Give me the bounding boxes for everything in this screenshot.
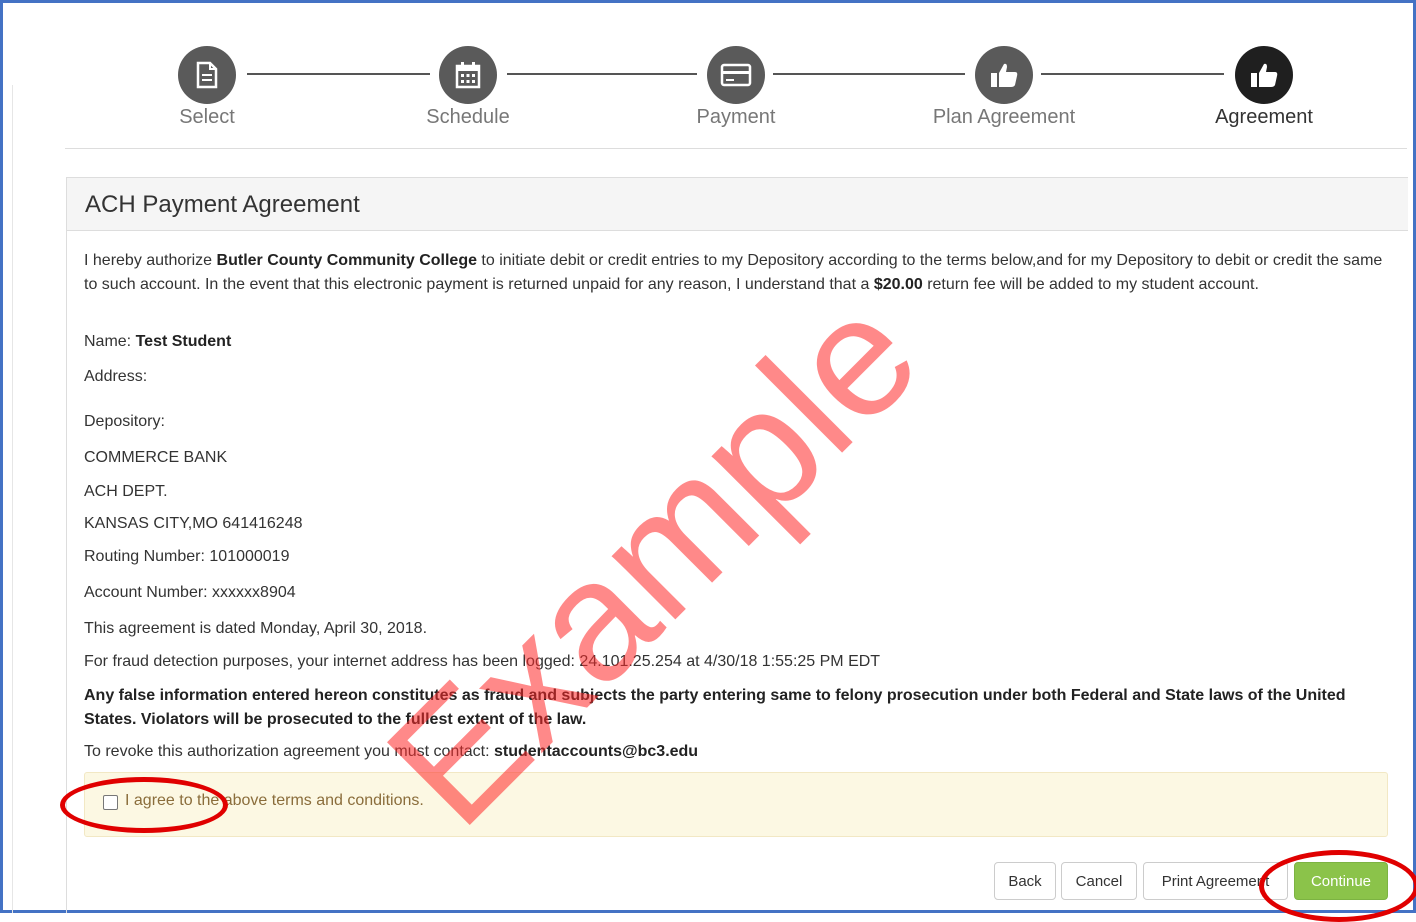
name-line: Name: Test Student — [84, 330, 231, 354]
step-plan-agreement[interactable]: Plan Agreement — [924, 46, 1084, 129]
calendar-icon — [439, 46, 497, 104]
step-label: Plan Agreement — [932, 106, 1076, 128]
document-icon — [178, 46, 236, 104]
thumbs-up-icon — [975, 46, 1033, 104]
fraud-notice: For fraud detection purposes, your inter… — [84, 653, 881, 670]
college-name: Butler County Community College — [216, 252, 477, 269]
print-agreement-button[interactable]: Print Agreement — [1143, 862, 1288, 900]
name-value: Test Student — [135, 333, 232, 350]
cancel-button[interactable]: Cancel — [1061, 862, 1137, 900]
agree-label[interactable]: I agree to the above terms and condition… — [125, 792, 424, 810]
step-label: Select — [179, 106, 235, 128]
return-fee: $20.00 — [873, 276, 923, 293]
agree-checkbox[interactable] — [103, 795, 118, 810]
name-label: Name: — [84, 333, 136, 350]
continue-button[interactable]: Continue — [1294, 862, 1388, 900]
intro-text: I hereby authorize — [84, 252, 217, 269]
routing-number: Routing Number: 101000019 — [84, 548, 290, 565]
progress-stepper: Select Schedule Payment Plan Agreement A… — [0, 46, 1416, 136]
bank-dept: ACH DEPT. — [84, 483, 168, 500]
back-button[interactable]: Back — [994, 862, 1056, 900]
bank-city: KANSAS CITY,MO 641416248 — [84, 515, 303, 532]
revoke-label: To revoke this authorization agreement y… — [84, 743, 494, 760]
fraud-warning: Any false information entered hereon con… — [84, 687, 1346, 728]
authorization-paragraph: I hereby authorize Butler County Communi… — [84, 249, 1394, 297]
page-title: ACH Payment Agreement — [85, 191, 360, 218]
account-number: Account Number: xxxxxx8904 — [84, 584, 296, 601]
address-label: Address: — [84, 368, 148, 385]
step-label: Agreement — [1215, 106, 1313, 128]
step-select[interactable]: Select — [127, 46, 287, 129]
revoke-line: To revoke this authorization agreement y… — [84, 740, 698, 764]
revoke-email: studentaccounts@bc3.edu — [494, 743, 699, 760]
step-agreement[interactable]: Agreement — [1184, 46, 1344, 129]
intro-text: return fee will be added to my student a… — [922, 276, 1259, 293]
credit-card-icon — [707, 46, 765, 104]
terms-notice: I agree to the above terms and condition… — [84, 772, 1388, 837]
depository-label: Depository: — [84, 413, 165, 430]
panel-header: ACH Payment Agreement — [67, 177, 1408, 231]
step-label: Payment — [696, 106, 776, 128]
step-payment[interactable]: Payment — [656, 46, 816, 129]
thumbs-up-icon — [1235, 46, 1293, 104]
left-divider — [12, 85, 13, 913]
stepper-divider — [65, 148, 1407, 149]
agreement-date: This agreement is dated Monday, April 30… — [84, 620, 428, 637]
bank-name: COMMERCE BANK — [84, 449, 228, 466]
step-schedule[interactable]: Schedule — [388, 46, 548, 129]
step-label: Schedule — [426, 106, 510, 128]
